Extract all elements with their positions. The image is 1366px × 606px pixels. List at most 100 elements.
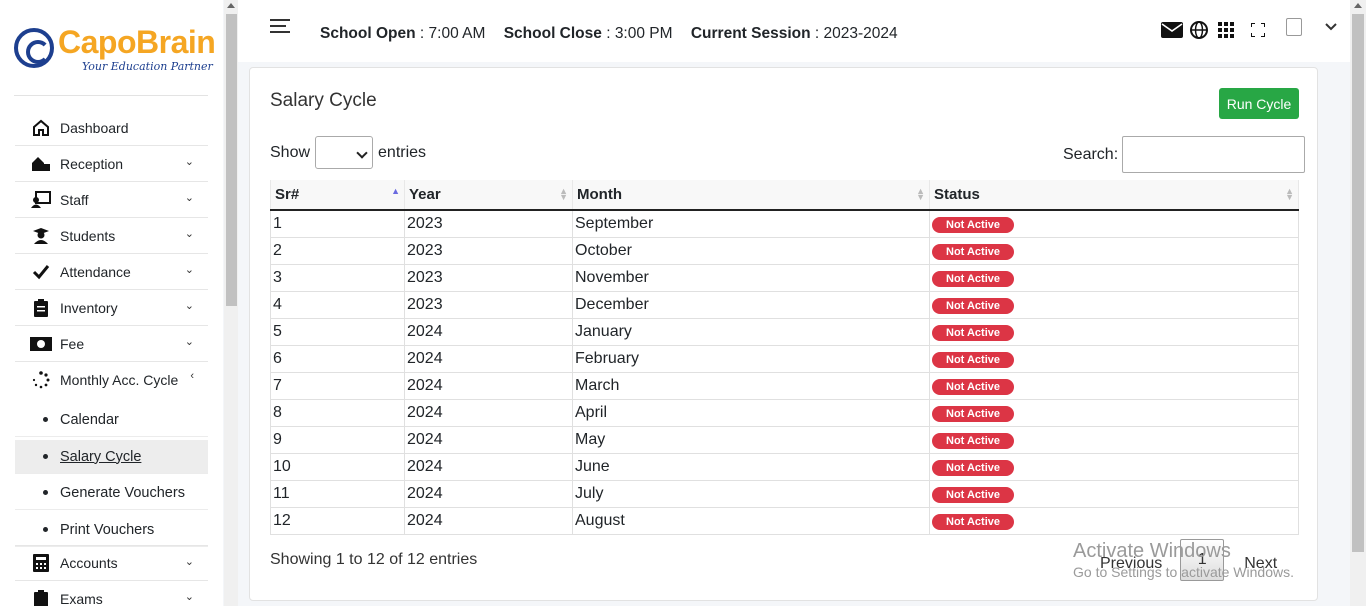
envelope-icon[interactable] — [1158, 19, 1185, 41]
status-badge: Not Active — [932, 324, 1014, 341]
sidebar-subitem-salary-cycle[interactable]: Salary Cycle — [15, 440, 208, 474]
cell-status: Not Active — [929, 426, 1299, 454]
chevron-down-icon: ⌄ — [184, 228, 194, 240]
sidebar-item-label: Attendance — [60, 263, 131, 280]
cell-sr: 11 — [270, 480, 405, 508]
table-row: 3 2023 November Not Active — [270, 264, 1299, 292]
cell-sr: 1 — [270, 210, 405, 238]
page-scrollbar-thumb[interactable] — [1352, 14, 1364, 552]
sidebar-item-inventory[interactable]: Inventory ⌄ — [15, 290, 208, 326]
table-row: 5 2024 January Not Active — [270, 318, 1299, 346]
search-input[interactable] — [1122, 136, 1306, 173]
home-icon — [29, 118, 53, 138]
chevron-left-icon: ‹ — [190, 370, 194, 382]
column-header-sr[interactable]: Sr# ▲ — [270, 180, 405, 211]
cell-year: 2024 — [404, 318, 573, 346]
status-badge: Not Active — [932, 216, 1014, 233]
chevron-down-icon: ⌄ — [184, 156, 194, 168]
sidebar-item-reception[interactable]: Reception ⌄ — [15, 146, 208, 182]
student-icon — [29, 226, 53, 246]
chevron-down-icon: ⌄ — [184, 300, 194, 312]
cell-month: March — [572, 372, 930, 400]
status-badge: Not Active — [932, 513, 1014, 530]
check-icon — [29, 262, 53, 282]
sidebar-scrollbar-thumb[interactable] — [226, 14, 237, 306]
session-value: 2023-2024 — [823, 25, 898, 42]
cell-year: 2023 — [404, 291, 573, 319]
cell-month: August — [572, 507, 930, 535]
column-header-year[interactable]: Year ▲ ▼ — [404, 180, 573, 211]
cell-year: 2024 — [404, 480, 573, 508]
chevron-down-icon: ⌄ — [184, 192, 194, 204]
sidebar-item-staff[interactable]: Staff ⌄ — [15, 182, 208, 218]
sidebar-item-label: Accounts — [60, 555, 118, 571]
cell-year: 2023 — [404, 237, 573, 265]
money-icon — [29, 334, 53, 354]
column-header-status[interactable]: Status ▲ ▼ — [929, 180, 1299, 211]
entries-select[interactable] — [315, 136, 374, 169]
sidebar-item-exams[interactable]: Exams ⌄ — [15, 581, 208, 606]
chevron-down-icon[interactable] — [1325, 18, 1337, 34]
sidebar-item-monthly-acc-cycle[interactable]: Monthly Acc. Cycle ‹ — [15, 362, 208, 398]
cell-sr: 3 — [270, 264, 405, 292]
table-row: 12 2024 August Not Active — [270, 507, 1299, 535]
sidebar-subitem-generate-vouchers[interactable]: Generate Vouchers — [15, 476, 208, 510]
sidebar-subitem-print-vouchers[interactable]: Print Vouchers — [15, 513, 208, 547]
cell-sr: 8 — [270, 399, 405, 427]
school-open-value: 7:00 AM — [428, 25, 486, 42]
avatar[interactable] — [1286, 18, 1302, 36]
table-row: 11 2024 July Not Active — [270, 480, 1299, 508]
cell-status: Not Active — [929, 210, 1299, 238]
globe-icon[interactable] — [1185, 19, 1212, 41]
fullscreen-icon[interactable] — [1244, 19, 1271, 41]
bullet-icon — [43, 490, 48, 495]
sidebar-item-label: Dashboard — [60, 119, 129, 136]
cell-status: Not Active — [929, 480, 1299, 508]
sidebar-subitem-calendar[interactable]: Calendar — [15, 403, 208, 437]
table-info: Showing 1 to 12 of 12 entries — [270, 551, 478, 568]
sidebar-item-students[interactable]: Students ⌄ — [15, 218, 208, 254]
sidebar-item-fee[interactable]: Fee ⌄ — [15, 326, 208, 362]
brand-tagline: Your Education Partner — [82, 60, 213, 73]
status-badge: Not Active — [932, 351, 1014, 368]
cell-sr: 6 — [270, 345, 405, 373]
status-badge: Not Active — [932, 405, 1014, 422]
cell-year: 2024 — [404, 372, 573, 400]
bullet-icon — [43, 454, 48, 459]
brand-name: CapoBrain — [58, 24, 216, 60]
scroll-up-arrow-icon[interactable] — [227, 3, 235, 8]
scroll-up-arrow-icon[interactable] — [1354, 3, 1362, 8]
grid-icon[interactable] — [1212, 19, 1239, 41]
cell-status: Not Active — [929, 237, 1299, 265]
sidebar-item-label: Students — [60, 227, 116, 244]
cell-status: Not Active — [929, 399, 1299, 427]
run-cycle-button[interactable]: Run Cycle — [1219, 88, 1299, 119]
cell-year: 2024 — [404, 507, 573, 535]
clipboard-icon — [29, 589, 53, 606]
school-info: School Open : 7:00 AM School Close : 3:0… — [320, 25, 898, 42]
sort-icon: ▲ ▼ — [1285, 186, 1294, 202]
sidebar-subitem-label: Calendar — [60, 411, 119, 428]
cell-status: Not Active — [929, 345, 1299, 373]
sidebar-item-dashboard[interactable]: Dashboard — [15, 110, 208, 146]
sort-asc-icon: ▲ — [391, 186, 400, 196]
menu-toggle-icon[interactable] — [270, 19, 290, 35]
cell-month: November — [572, 264, 930, 292]
chevron-down-icon: ⌄ — [184, 264, 194, 276]
sort-icon: ▲ ▼ — [559, 186, 568, 202]
sidebar-item-accounts[interactable]: Accounts ⌄ — [15, 545, 208, 581]
sort-icon: ▲ ▼ — [916, 186, 925, 202]
search-label: Search: — [1063, 145, 1119, 163]
brand-logo[interactable]: CapoBrain Your Education Partner — [14, 22, 216, 82]
sidebar-subitem-label: Salary Cycle — [60, 448, 142, 465]
cell-year: 2024 — [404, 453, 573, 481]
entries-length-control: Show entries — [270, 136, 426, 169]
cell-year: 2023 — [404, 210, 573, 238]
cell-month: May — [572, 426, 930, 454]
sidebar-subitem-label: Generate Vouchers — [60, 484, 185, 501]
column-header-month[interactable]: Month ▲ ▼ — [572, 180, 930, 211]
school-open-label: School Open — [320, 25, 416, 42]
cell-month: January — [572, 318, 930, 346]
sidebar-item-attendance[interactable]: Attendance ⌄ — [15, 254, 208, 290]
sidebar-item-label: Reception — [60, 155, 124, 172]
